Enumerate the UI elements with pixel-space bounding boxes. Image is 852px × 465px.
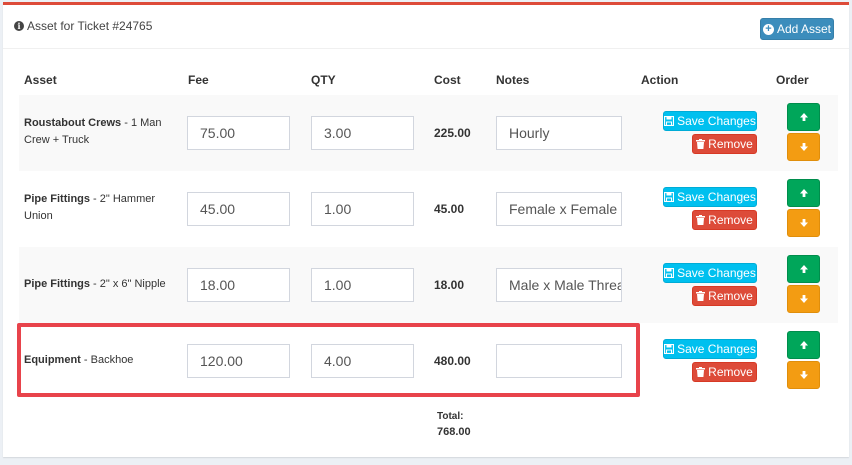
qty-input[interactable]: 1.00 bbox=[311, 192, 414, 226]
remove-label: Remove bbox=[708, 213, 753, 227]
table-row: Pipe Fittings - 2" x 6" Nipple 18.00 1.0… bbox=[19, 247, 838, 323]
move-up-button[interactable] bbox=[787, 103, 820, 131]
save-label: Save Changes bbox=[677, 190, 756, 204]
asset-cell: Equipment - Backhoe bbox=[24, 352, 179, 369]
fee-input[interactable]: 45.00 bbox=[187, 192, 290, 226]
move-down-button[interactable] bbox=[787, 285, 820, 313]
arrow-up-icon bbox=[799, 341, 808, 349]
asset-name: Pipe Fittings bbox=[24, 193, 90, 205]
qty-input[interactable]: 3.00 bbox=[311, 116, 414, 150]
panel-title: i Asset for Ticket #24765 bbox=[14, 19, 152, 33]
table-row: Equipment - Backhoe 120.00 4.00 480.00 S… bbox=[19, 323, 838, 399]
arrow-down-icon bbox=[799, 371, 808, 379]
arrow-down-icon bbox=[799, 143, 808, 151]
total-cost: Total: 768.00 bbox=[437, 411, 471, 438]
add-asset-label: Add Asset bbox=[776, 22, 832, 36]
save-label: Save Changes bbox=[677, 266, 756, 280]
column-header-notes: Notes bbox=[496, 73, 530, 87]
qty-input[interactable]: 4.00 bbox=[311, 344, 414, 378]
remove-label: Remove bbox=[708, 365, 753, 379]
move-up-button[interactable] bbox=[787, 255, 820, 283]
total-label: Total: bbox=[437, 411, 464, 422]
arrow-down-icon bbox=[799, 295, 808, 303]
plus-circle-icon: + bbox=[762, 23, 774, 35]
column-header-asset: Asset bbox=[24, 73, 57, 87]
move-up-button[interactable] bbox=[787, 331, 820, 359]
column-header-action: Action bbox=[641, 73, 679, 87]
move-down-button[interactable] bbox=[787, 209, 820, 237]
trash-icon bbox=[696, 291, 706, 301]
arrow-up-icon bbox=[799, 265, 808, 273]
notes-input[interactable] bbox=[496, 344, 622, 378]
cost-value: 225.00 bbox=[434, 126, 471, 140]
add-asset-button[interactable]: + Add Asset bbox=[760, 18, 834, 40]
notes-input[interactable]: Hourly bbox=[496, 116, 622, 150]
remove-button[interactable]: Remove bbox=[692, 362, 757, 382]
remove-button[interactable]: Remove bbox=[692, 286, 757, 306]
trash-icon bbox=[696, 215, 706, 225]
arrow-up-icon bbox=[799, 189, 808, 197]
asset-name: Pipe Fittings bbox=[24, 278, 90, 290]
save-changes-button[interactable]: Save Changes bbox=[663, 339, 757, 359]
notes-input[interactable]: Male x Male Threaded bbox=[496, 268, 622, 302]
floppy-disk-icon bbox=[664, 192, 675, 202]
cost-value: 45.00 bbox=[434, 202, 465, 216]
table-row: Roustabout Crews - 1 Man Crew + Truck 75… bbox=[19, 95, 838, 171]
asset-cell: Pipe Fittings - 2" x 6" Nipple bbox=[24, 276, 179, 293]
fee-input[interactable]: 75.00 bbox=[187, 116, 290, 150]
save-changes-button[interactable]: Save Changes bbox=[663, 187, 757, 207]
remove-button[interactable]: Remove bbox=[692, 210, 757, 230]
floppy-disk-icon bbox=[664, 116, 675, 126]
save-label: Save Changes bbox=[677, 114, 756, 128]
arrow-down-icon bbox=[799, 219, 808, 227]
asset-panel: i Asset for Ticket #24765 + Add Asset As… bbox=[3, 2, 849, 457]
column-header-fee: Fee bbox=[188, 73, 209, 87]
remove-button[interactable]: Remove bbox=[692, 134, 757, 154]
floppy-disk-icon bbox=[664, 344, 675, 354]
asset-detail: - 2" x 6" Nipple bbox=[90, 278, 166, 290]
table-row: Pipe Fittings - 2" Hammer Union 45.00 1.… bbox=[19, 171, 838, 247]
save-label: Save Changes bbox=[677, 342, 756, 356]
total-value: 768.00 bbox=[437, 426, 471, 438]
asset-detail: - Backhoe bbox=[80, 354, 134, 366]
move-down-button[interactable] bbox=[787, 361, 820, 389]
remove-label: Remove bbox=[708, 289, 753, 303]
arrow-up-icon bbox=[799, 113, 808, 121]
trash-icon bbox=[696, 139, 706, 149]
move-up-button[interactable] bbox=[787, 179, 820, 207]
fee-input[interactable]: 120.00 bbox=[187, 344, 290, 378]
cost-value: 18.00 bbox=[434, 278, 465, 292]
asset-name: Roustabout Crews bbox=[24, 117, 122, 129]
cost-value: 480.00 bbox=[434, 354, 471, 368]
qty-input[interactable]: 1.00 bbox=[311, 268, 414, 302]
column-header-qty: QTY bbox=[311, 73, 336, 87]
panel-header: i Asset for Ticket #24765 + Add Asset bbox=[3, 5, 849, 49]
asset-cell: Roustabout Crews - 1 Man Crew + Truck bbox=[24, 115, 179, 149]
column-header-cost: Cost bbox=[434, 73, 461, 87]
column-header-order: Order bbox=[776, 73, 809, 87]
fee-input[interactable]: 18.00 bbox=[187, 268, 290, 302]
move-down-button[interactable] bbox=[787, 133, 820, 161]
asset-name: Equipment bbox=[24, 354, 81, 366]
remove-label: Remove bbox=[708, 137, 753, 151]
info-icon: i bbox=[14, 21, 24, 31]
panel-title-text: Asset for Ticket #24765 bbox=[27, 19, 153, 33]
trash-icon bbox=[696, 367, 706, 377]
notes-input[interactable]: Female x Female bbox=[496, 192, 622, 226]
save-changes-button[interactable]: Save Changes bbox=[663, 111, 757, 131]
floppy-disk-icon bbox=[664, 268, 675, 278]
asset-cell: Pipe Fittings - 2" Hammer Union bbox=[24, 191, 179, 225]
save-changes-button[interactable]: Save Changes bbox=[663, 263, 757, 283]
